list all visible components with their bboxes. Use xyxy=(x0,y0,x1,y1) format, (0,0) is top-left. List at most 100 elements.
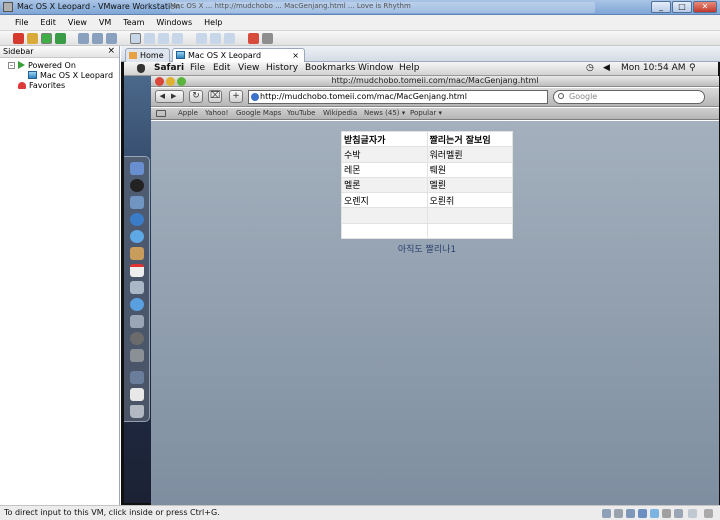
time-machine-dock-icon[interactable] xyxy=(130,332,144,345)
mail-icon[interactable] xyxy=(130,196,144,209)
mac-menu-view[interactable]: View xyxy=(238,63,259,73)
reload-button[interactable]: ↻ xyxy=(189,90,203,103)
address-book-icon[interactable] xyxy=(130,247,144,260)
snapshot-manager-icon[interactable] xyxy=(106,33,117,44)
bookmark-wikipedia[interactable]: Wikipedia xyxy=(323,109,357,117)
display-icon[interactable] xyxy=(674,509,683,518)
show-all-bookmarks-icon[interactable] xyxy=(156,110,166,117)
address-bar[interactable]: http://mudchobo.tomeii.com/mac/MacGenjan… xyxy=(248,90,548,104)
reset-icon[interactable] xyxy=(55,33,66,44)
snapback-button[interactable]: ⌧ xyxy=(208,90,222,103)
search-placeholder: Google xyxy=(569,92,598,101)
table-cell xyxy=(426,207,513,224)
sidebar-item-vm[interactable]: Mac OS X Leopard xyxy=(28,71,113,81)
bookmark-youtube[interactable]: YouTube xyxy=(287,109,315,117)
safari-title-bar[interactable]: http://mudchobo.tomeii.com/mac/MacGenjan… xyxy=(151,76,719,87)
sidebar-item-powered-on[interactable]: Powered On xyxy=(18,61,76,71)
suspend-icon[interactable] xyxy=(27,33,38,44)
snapshot-icon[interactable] xyxy=(78,33,89,44)
menu-file[interactable]: File xyxy=(15,18,28,27)
bookmarks-bar: Apple Yahoo! Google Maps YouTube Wikiped… xyxy=(151,108,719,120)
window-title: Mac OS X Leopard - VMware Workstation xyxy=(17,2,181,11)
search-icon xyxy=(558,93,564,99)
safari-toolbar: ◀▶ ↻ ⌧ + http://mudchobo.tomeii.com/mac/… xyxy=(151,88,719,107)
quick-switch-icon[interactable] xyxy=(144,33,155,44)
dashboard-icon[interactable] xyxy=(130,179,144,192)
close-button[interactable]: ✕ xyxy=(693,1,717,13)
hard-disk-icon[interactable] xyxy=(602,509,611,518)
bookmark-news[interactable]: News (45) ▾ xyxy=(364,109,405,117)
menu-view[interactable]: View xyxy=(68,18,87,27)
sidebar-item-favorites[interactable]: Favorites xyxy=(18,81,65,91)
trash-icon[interactable] xyxy=(130,405,144,418)
spotlight-icon[interactable]: ⚲ xyxy=(689,63,696,73)
system-preferences-icon[interactable] xyxy=(130,349,144,362)
table-cell: 멜륀 xyxy=(426,176,513,194)
bookmark-google-maps[interactable]: Google Maps xyxy=(236,109,281,117)
show-sidebar-icon[interactable] xyxy=(130,33,141,44)
network-icon[interactable] xyxy=(626,509,635,518)
menu-edit[interactable]: Edit xyxy=(40,18,56,27)
menu-vm[interactable]: VM xyxy=(99,18,111,27)
preview-icon[interactable] xyxy=(130,281,144,294)
ical-icon[interactable] xyxy=(130,264,144,277)
apple-menu-icon[interactable] xyxy=(137,64,145,73)
time-machine-icon[interactable]: ◷ xyxy=(586,63,594,73)
mac-menu-window[interactable]: Window xyxy=(358,63,394,73)
mac-menu-bookmarks[interactable]: Bookmarks xyxy=(305,63,355,73)
mac-menu-edit[interactable]: Edit xyxy=(213,63,230,73)
bookmark-popular[interactable]: Popular ▾ xyxy=(410,109,442,117)
document-icon[interactable] xyxy=(130,388,144,401)
printer-icon[interactable] xyxy=(662,509,671,518)
table-row: 멜론 멜륀 xyxy=(341,176,513,194)
power-on-icon[interactable] xyxy=(41,33,52,44)
cd-rom-icon[interactable] xyxy=(614,509,623,518)
menu-team[interactable]: Team xyxy=(123,18,144,27)
expand-collapse-icon[interactable]: – xyxy=(8,62,15,69)
menu-help[interactable]: Help xyxy=(204,18,222,27)
mac-menu-safari[interactable]: Safari xyxy=(154,63,184,73)
record-icon[interactable] xyxy=(262,33,273,44)
bookmark-apple[interactable]: Apple xyxy=(178,109,198,117)
vm-console[interactable]: Safari File Edit View History Bookmarks … xyxy=(121,62,720,505)
usb-icon[interactable] xyxy=(638,509,647,518)
tab-mac-os-x-leopard[interactable]: Mac OS X Leopard × xyxy=(172,48,305,63)
back-forward-buttons[interactable]: ◀▶ xyxy=(155,90,184,103)
table-cell: 레몬 xyxy=(341,161,428,178)
revert-snapshot-icon[interactable] xyxy=(92,33,103,44)
mac-menu-help[interactable]: Help xyxy=(399,63,420,73)
volume-icon[interactable]: ◀ xyxy=(603,63,610,73)
power-off-icon[interactable] xyxy=(13,33,24,44)
sound-icon[interactable] xyxy=(650,509,659,518)
full-screen-icon[interactable] xyxy=(158,33,169,44)
menu-windows[interactable]: Windows xyxy=(156,18,192,27)
bookmark-yahoo[interactable]: Yahoo! xyxy=(205,109,228,117)
tab-home[interactable]: Home xyxy=(125,48,170,62)
spaces-icon[interactable] xyxy=(130,315,144,328)
resize-grip-icon[interactable] xyxy=(704,509,713,518)
mac-menu-file[interactable]: File xyxy=(190,63,205,73)
capture-screen-icon[interactable] xyxy=(248,33,259,44)
mac-menu-history[interactable]: History xyxy=(266,63,298,73)
vmware-toolbar xyxy=(0,31,720,46)
sidebar-close-icon[interactable]: × xyxy=(107,46,115,56)
finder-icon[interactable] xyxy=(130,162,144,175)
table-header: 받침글자가 xyxy=(341,130,428,148)
minimize-button[interactable]: _ xyxy=(651,1,671,13)
google-search-field[interactable]: Google xyxy=(553,90,705,104)
summary-view-icon[interactable] xyxy=(210,33,221,44)
window-title-bar[interactable]: Mac OS X Leopard - VMware Workstation Ma… xyxy=(0,0,720,15)
ichat-icon[interactable] xyxy=(130,230,144,243)
tab-close-icon[interactable]: × xyxy=(292,51,299,60)
menu-clock[interactable]: Mon 10:54 AM xyxy=(621,63,686,73)
add-bookmark-button[interactable]: + xyxy=(229,90,243,103)
appliance-view-icon[interactable] xyxy=(224,33,235,44)
maximize-button[interactable]: □ xyxy=(672,1,692,13)
itunes-icon[interactable] xyxy=(130,298,144,311)
console-view-icon[interactable] xyxy=(196,33,207,44)
downloads-stack-icon[interactable] xyxy=(130,371,144,384)
table-cell xyxy=(341,222,428,240)
message-log-icon[interactable] xyxy=(688,509,697,518)
unity-icon[interactable] xyxy=(172,33,183,44)
safari-icon[interactable] xyxy=(130,213,144,226)
